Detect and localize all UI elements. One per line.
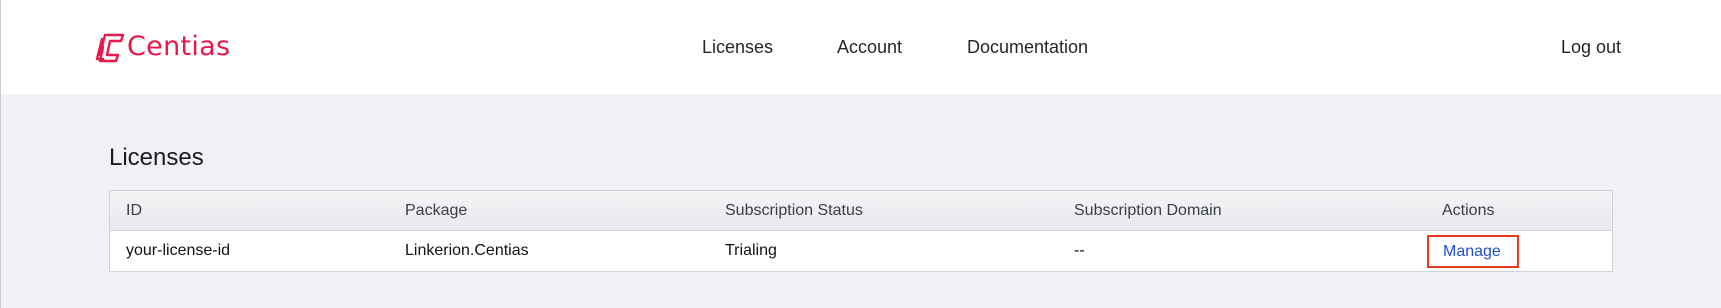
manage-license-link[interactable]: Manage <box>1427 235 1519 268</box>
top-navbar: Centias Licenses Account Documentation L… <box>1 0 1721 94</box>
column-header-subscription-domain: Subscription Domain <box>1074 202 1222 219</box>
column-header-package: Package <box>405 202 468 219</box>
logout-link[interactable]: Log out <box>1561 35 1621 59</box>
table-row: your-license-id Linkerion.Centias Triali… <box>110 231 1612 271</box>
nav-link-licenses[interactable]: Licenses <box>702 35 773 59</box>
table-header-row: ID Package Subscription Status Subscript… <box>110 191 1612 231</box>
column-header-subscription-status: Subscription Status <box>725 202 863 219</box>
licenses-table: ID Package Subscription Status Subscript… <box>109 190 1613 272</box>
package-cell: Linkerion.Centias <box>405 242 529 259</box>
page-title: Licenses <box>109 144 204 171</box>
column-header-actions: Actions <box>1442 202 1495 219</box>
license-id-cell: your-license-id <box>126 242 231 259</box>
nav-link-account[interactable]: Account <box>837 35 902 59</box>
column-header-id: ID <box>126 202 142 219</box>
main-navigation: Licenses Account Documentation Log out <box>1 35 1721 59</box>
subscription-status-cell: Trialing <box>725 242 777 259</box>
nav-link-documentation[interactable]: Documentation <box>967 35 1088 59</box>
subscription-domain-cell: -- <box>1074 242 1085 259</box>
